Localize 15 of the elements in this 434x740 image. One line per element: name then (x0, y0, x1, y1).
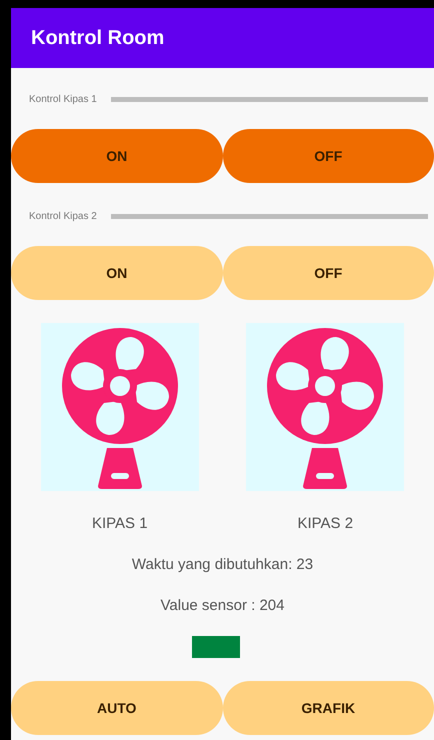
control-label: Kontrol Kipas 1 (29, 94, 97, 104)
sensor-text: Value sensor : 204 (160, 597, 284, 614)
fan-label: KIPAS 1 (92, 515, 148, 532)
fan-icon (40, 323, 199, 491)
off-button[interactable]: OFF (222, 246, 434, 300)
time-text: Waktu yang dibutuhkan: 23 (132, 556, 314, 573)
fan-icon (246, 323, 404, 491)
off-button[interactable]: OFF (222, 129, 434, 183)
control-label: Kontrol Kipas 2 (29, 210, 97, 222)
chart-button[interactable]: GRAFIK (222, 681, 434, 735)
app-title: Kontrol Room (31, 26, 164, 50)
on-button[interactable]: ON (11, 246, 222, 300)
fan-label: KIPAS 2 (297, 515, 354, 532)
auto-button[interactable]: AUTO (11, 681, 222, 735)
on-button[interactable]: ON (11, 129, 222, 183)
